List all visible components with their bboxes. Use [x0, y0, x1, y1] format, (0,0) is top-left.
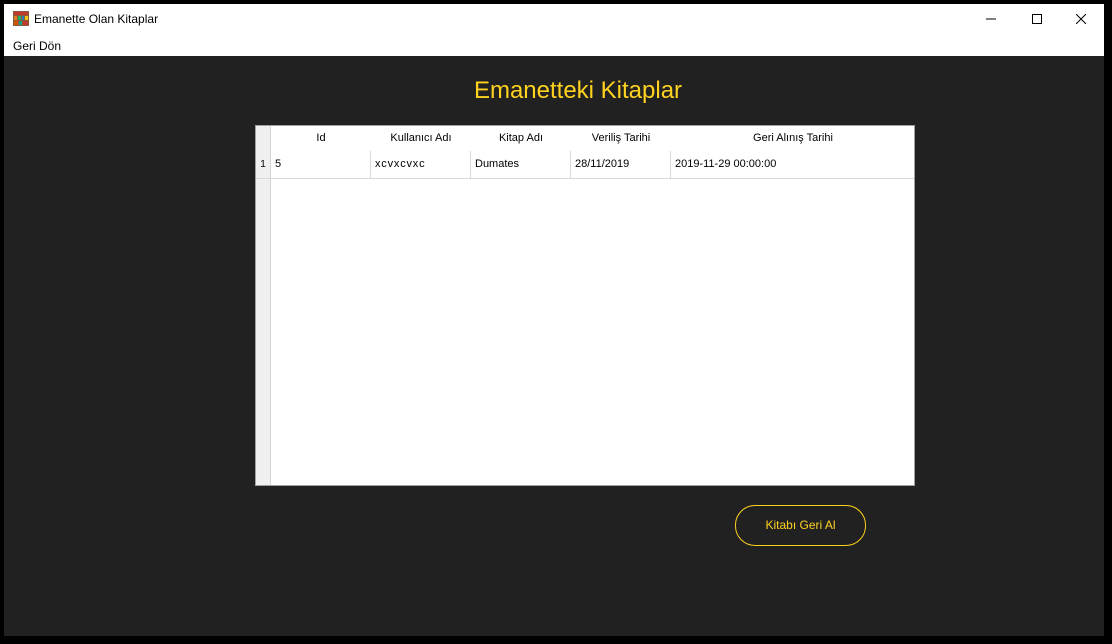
return-book-button[interactable]: Kitabı Geri Al [735, 505, 866, 546]
menu-back[interactable]: Geri Dön [13, 39, 61, 53]
column-header-id[interactable]: Id [271, 126, 372, 151]
close-button[interactable] [1058, 4, 1104, 34]
column-header-username[interactable]: Kullanıcı Adı [371, 126, 472, 151]
cell-username[interactable]: xcvxcvxc [371, 151, 471, 178]
minimize-icon [986, 14, 996, 24]
window-title: Emanette Olan Kitaplar [34, 12, 159, 26]
cell-issue-date[interactable]: 28/11/2019 [571, 151, 671, 178]
cell-book-name[interactable]: Dumates [471, 151, 571, 178]
books-icon [13, 11, 29, 26]
table-row[interactable]: 1 5 xcvxcvxc Dumates 28/11/2019 2019-11-… [256, 151, 914, 179]
maximize-icon [1032, 14, 1042, 24]
close-icon [1076, 14, 1086, 24]
row-number[interactable]: 1 [256, 151, 271, 178]
column-header-return-date[interactable]: Geri Alınış Tarihi [671, 126, 914, 151]
minimize-button[interactable] [968, 4, 1014, 34]
menu-bar: Geri Dön [4, 34, 1104, 56]
main-window: Emanette Olan Kitaplar Geri Dön Emanette… [4, 4, 1104, 636]
cell-return-date[interactable]: 2019-11-29 00:00:00 [671, 151, 914, 178]
column-header-book-name[interactable]: Kitap Adı [471, 126, 572, 151]
column-header-issue-date[interactable]: Veriliş Tarihi [571, 126, 672, 151]
title-bar: Emanette Olan Kitaplar [4, 4, 1104, 34]
maximize-button[interactable] [1014, 4, 1060, 34]
row-header-column [256, 126, 271, 485]
page-title: Emanetteki Kitaplar [473, 77, 683, 104]
loaned-books-table[interactable]: Id Kullanıcı Adı Kitap Adı Veriliş Tarih… [255, 125, 915, 486]
cell-id[interactable]: 5 [271, 151, 371, 178]
